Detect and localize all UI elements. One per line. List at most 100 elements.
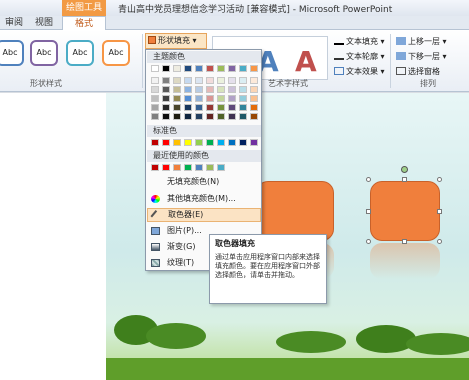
theme-shade-swatch[interactable] [173, 77, 181, 84]
selection-pane-button[interactable]: 选择窗格 [396, 66, 440, 77]
theme-shade-swatch[interactable] [173, 86, 181, 93]
wordart-sample-3[interactable]: A [295, 45, 317, 78]
theme-shade-swatch[interactable] [162, 104, 170, 111]
tab-format[interactable]: 格式 [62, 16, 106, 30]
theme-shade-swatch[interactable] [206, 104, 214, 111]
standard-color-swatch[interactable] [184, 139, 192, 146]
theme-shade-swatch[interactable] [250, 86, 258, 93]
resize-handle[interactable] [437, 209, 442, 214]
theme-color-swatch[interactable] [151, 65, 159, 72]
standard-color-swatch[interactable] [206, 139, 214, 146]
recent-color-swatch[interactable] [184, 164, 192, 171]
theme-color-swatch[interactable] [217, 65, 225, 72]
resize-handle[interactable] [366, 239, 371, 244]
theme-shade-swatch[interactable] [173, 95, 181, 102]
rounded-rectangle-shape[interactable] [256, 181, 334, 241]
theme-color-swatch[interactable] [206, 65, 214, 72]
standard-color-swatch[interactable] [217, 139, 225, 146]
theme-shade-swatch[interactable] [250, 95, 258, 102]
theme-color-swatch[interactable] [173, 65, 181, 72]
theme-shade-swatch[interactable] [151, 104, 159, 111]
theme-shade-swatch[interactable] [195, 104, 203, 111]
theme-shade-swatch[interactable] [206, 95, 214, 102]
standard-color-swatch[interactable] [228, 139, 236, 146]
theme-color-swatch[interactable] [228, 65, 236, 72]
theme-shade-swatch[interactable] [206, 77, 214, 84]
theme-shade-swatch[interactable] [184, 77, 192, 84]
theme-shade-swatch[interactable] [195, 95, 203, 102]
theme-shade-swatch[interactable] [162, 113, 170, 120]
theme-shade-swatch[interactable] [239, 113, 247, 120]
text-effects-button[interactable]: 文本效果 ▾ [334, 66, 385, 77]
theme-color-swatch[interactable] [250, 65, 258, 72]
selected-rounded-rectangle-shape[interactable] [370, 181, 440, 241]
shape-style-2[interactable]: Abc [30, 40, 58, 66]
theme-shade-swatch[interactable] [184, 86, 192, 93]
theme-shade-swatch[interactable] [206, 113, 214, 120]
text-outline-button[interactable]: 文本轮廓 ▾ [334, 51, 385, 62]
theme-shade-swatch[interactable] [151, 77, 159, 84]
theme-shade-swatch[interactable] [250, 104, 258, 111]
theme-shade-swatch[interactable] [184, 95, 192, 102]
theme-shade-swatch[interactable] [217, 77, 225, 84]
theme-color-swatch[interactable] [195, 65, 203, 72]
recent-color-swatch[interactable] [206, 164, 214, 171]
theme-shade-swatch[interactable] [239, 77, 247, 84]
text-fill-button[interactable]: 文本填充 ▾ [334, 36, 385, 47]
send-backward-button[interactable]: 下移一层 ▾ [396, 51, 447, 62]
tab-view[interactable]: 视图 [30, 16, 58, 30]
theme-shade-swatch[interactable] [228, 86, 236, 93]
resize-handle[interactable] [366, 209, 371, 214]
theme-shade-swatch[interactable] [206, 86, 214, 93]
standard-color-swatch[interactable] [173, 139, 181, 146]
theme-shade-swatch[interactable] [162, 77, 170, 84]
recent-color-swatch[interactable] [217, 164, 225, 171]
shape-style-1[interactable]: Abc [0, 40, 24, 66]
resize-handle[interactable] [437, 239, 442, 244]
theme-shade-swatch[interactable] [228, 95, 236, 102]
recent-color-swatch[interactable] [173, 164, 181, 171]
recent-color-swatch[interactable] [195, 164, 203, 171]
theme-shade-swatch[interactable] [184, 113, 192, 120]
theme-shade-swatch[interactable] [239, 104, 247, 111]
theme-shade-swatch[interactable] [217, 86, 225, 93]
more-fill-colors-item[interactable]: 其他填充颜色(M)... [147, 192, 261, 206]
no-fill-item[interactable]: 无填充颜色(N) [147, 175, 261, 189]
theme-shade-swatch[interactable] [228, 77, 236, 84]
theme-color-swatch[interactable] [162, 65, 170, 72]
resize-handle[interactable] [402, 177, 407, 182]
theme-shade-swatch[interactable] [184, 104, 192, 111]
standard-color-swatch[interactable] [250, 139, 258, 146]
theme-color-swatch[interactable] [184, 65, 192, 72]
theme-shade-swatch[interactable] [228, 113, 236, 120]
theme-shade-swatch[interactable] [151, 95, 159, 102]
theme-shade-swatch[interactable] [162, 86, 170, 93]
shape-fill-dropdown-button[interactable]: 形状填充 ▾ [145, 33, 207, 49]
resize-handle[interactable] [437, 177, 442, 182]
theme-color-swatch[interactable] [239, 65, 247, 72]
theme-shade-swatch[interactable] [250, 77, 258, 84]
theme-shade-swatch[interactable] [250, 113, 258, 120]
bring-forward-button[interactable]: 上移一层 ▾ [396, 36, 447, 47]
theme-shade-swatch[interactable] [151, 86, 159, 93]
recent-color-swatch[interactable] [162, 164, 170, 171]
theme-shade-swatch[interactable] [217, 95, 225, 102]
shape-style-3[interactable]: Abc [66, 40, 94, 66]
eyedropper-item[interactable]: 取色器(E) [147, 208, 261, 222]
standard-color-swatch[interactable] [151, 139, 159, 146]
theme-shade-swatch[interactable] [228, 104, 236, 111]
theme-shade-swatch[interactable] [217, 104, 225, 111]
resize-handle[interactable] [402, 239, 407, 244]
standard-color-swatch[interactable] [162, 139, 170, 146]
theme-shade-swatch[interactable] [195, 86, 203, 93]
theme-shade-swatch[interactable] [195, 113, 203, 120]
standard-color-swatch[interactable] [239, 139, 247, 146]
theme-shade-swatch[interactable] [173, 104, 181, 111]
resize-handle[interactable] [366, 177, 371, 182]
tab-review[interactable]: 审阅 [2, 16, 26, 30]
standard-color-swatch[interactable] [195, 139, 203, 146]
theme-shade-swatch[interactable] [239, 95, 247, 102]
theme-shade-swatch[interactable] [151, 113, 159, 120]
theme-shade-swatch[interactable] [162, 95, 170, 102]
shape-style-4[interactable]: Abc [102, 40, 130, 66]
